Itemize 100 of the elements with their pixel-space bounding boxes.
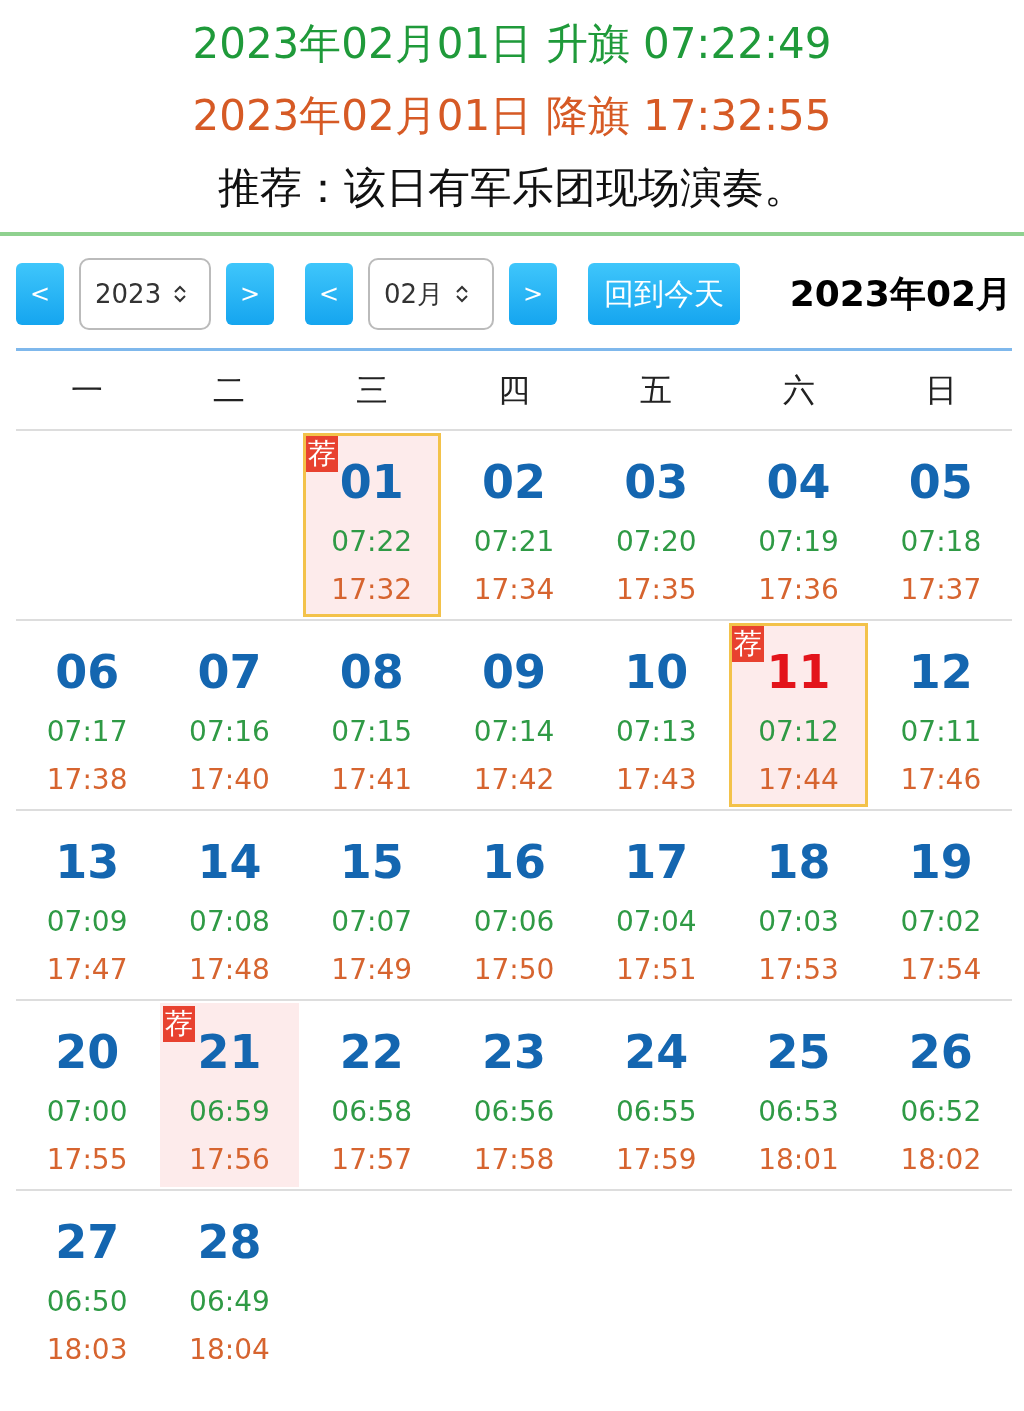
- lowering-time: 17:37: [900, 572, 982, 608]
- day-cell[interactable]: 05 07:18 17:37: [871, 433, 1010, 617]
- day-cell[interactable]: 24 06:55 17:59: [587, 1003, 726, 1187]
- day-cell[interactable]: 06 07:17 17:38: [18, 623, 157, 807]
- day-number: 11: [766, 644, 831, 700]
- day-number: 05: [908, 454, 973, 510]
- recommendation-note: 推荐：该日有军乐团现场演奏。: [218, 162, 806, 214]
- raising-time: 07:15: [331, 714, 413, 750]
- raising-time: 07:20: [615, 524, 697, 560]
- raising-time: 07:08: [189, 904, 270, 940]
- day-number: 26: [908, 1024, 973, 1080]
- raising-time: 06:49: [189, 1284, 270, 1320]
- lowering-time: 17:47: [46, 952, 128, 988]
- day-cell[interactable]: 12 07:11 17:46: [871, 623, 1010, 807]
- raising-time: 07:06: [473, 904, 555, 940]
- chevron-updown-icon: [173, 284, 188, 304]
- day-cell[interactable]: 10 07:13 17:43: [587, 623, 726, 807]
- lowering-time: 17:41: [331, 762, 413, 798]
- day-cell[interactable]: 23 06:56 17:58: [444, 1003, 584, 1187]
- lowering-time: 17:42: [473, 762, 555, 798]
- day-number: 17: [624, 834, 689, 890]
- lowering-time: 17:51: [615, 952, 697, 988]
- raising-time: 07:07: [331, 904, 413, 940]
- weekday-label: 二: [158, 351, 301, 431]
- lowering-time: 17:57: [331, 1142, 413, 1178]
- raising-time: 07:09: [46, 904, 128, 940]
- lowering-time: 18:01: [758, 1142, 839, 1178]
- day-cell[interactable]: 19 07:02 17:54: [871, 813, 1010, 997]
- day-cell[interactable]: 28 06:49 18:04: [160, 1193, 299, 1377]
- day-cell[interactable]: 16 07:06 17:50: [444, 813, 584, 997]
- day-cell[interactable]: 22 06:58 17:57: [302, 1003, 441, 1187]
- raising-time: 06:56: [473, 1094, 555, 1130]
- raising-time: 06:55: [615, 1094, 697, 1130]
- recommended-badge: 荐: [732, 626, 765, 662]
- day-number: 25: [766, 1024, 831, 1080]
- weekday-label: 五: [585, 351, 728, 431]
- day-cell[interactable]: 04 07:19 17:36: [729, 433, 868, 617]
- day-number: 01: [339, 454, 404, 510]
- lowering-time: 17:50: [473, 952, 555, 988]
- lowering-time: 17:38: [46, 762, 128, 798]
- raising-time: 07:16: [189, 714, 270, 750]
- lowering-time: 17:49: [331, 952, 413, 988]
- lowering-time: 18:02: [900, 1142, 982, 1178]
- raising-time: 07:21: [473, 524, 555, 560]
- lowering-time: 17:35: [615, 572, 697, 608]
- day-number: 23: [482, 1024, 546, 1080]
- raising-time: 06:50: [46, 1284, 128, 1320]
- lowering-time: 17:40: [189, 762, 270, 798]
- raising-time: 07:18: [900, 524, 982, 560]
- weekday-label: 日: [869, 351, 1012, 431]
- day-cell[interactable]: 20 07:00 17:55: [18, 1003, 157, 1187]
- lowering-time: 17:44: [758, 762, 839, 798]
- day-cell[interactable]: 15 07:07 17:49: [302, 813, 441, 997]
- lowering-time: 17:43: [615, 762, 697, 798]
- day-number: 24: [624, 1024, 689, 1080]
- raising-time: 06:53: [758, 1094, 839, 1130]
- day-cell[interactable]: 07 07:16 17:40: [160, 623, 299, 807]
- lowering-time: 17:36: [758, 572, 839, 608]
- raising-time: 07:19: [758, 524, 839, 560]
- day-number: 02: [482, 454, 546, 510]
- day-number: 18: [766, 834, 831, 890]
- day-number: 09: [482, 644, 546, 700]
- day-number: 22: [339, 1024, 404, 1080]
- lowering-time: 18:03: [46, 1332, 128, 1368]
- day-cell[interactable]: 13 07:09 17:47: [18, 813, 157, 997]
- raising-time: 07:14: [473, 714, 555, 750]
- lowering-time: 17:48: [189, 952, 270, 988]
- raising-time: 07:22: [331, 524, 413, 560]
- lowering-time: 17:59: [615, 1142, 697, 1178]
- raising-time: 06:59: [189, 1094, 270, 1130]
- month-select[interactable]: 02月: [368, 258, 494, 330]
- raising-time: 07:12: [758, 714, 839, 750]
- raising-time: 07:13: [615, 714, 697, 750]
- day-cell[interactable]: 09 07:14 17:42: [444, 623, 584, 807]
- lowering-time: 17:34: [473, 572, 555, 608]
- raising-time: 07:11: [900, 714, 982, 750]
- lowering-time: 17:46: [900, 762, 982, 798]
- day-cell[interactable]: 17 07:04 17:51: [587, 813, 726, 997]
- recommended-badge: 荐: [305, 436, 338, 472]
- day-cell[interactable]: 02 07:21 17:34: [444, 433, 584, 617]
- day-cell[interactable]: 08 07:15 17:41: [302, 623, 441, 807]
- day-cell[interactable]: 18 07:03 17:53: [729, 813, 868, 997]
- raising-time: 06:52: [900, 1094, 982, 1130]
- day-cell[interactable]: 03 07:20 17:35: [587, 433, 726, 617]
- flag-raising-time: 2023年02月01日 升旗 07:22:49: [192, 18, 832, 70]
- day-number: 07: [197, 644, 262, 700]
- day-cell[interactable]: 14 07:08 17:48: [160, 813, 299, 997]
- year-select[interactable]: 2023: [79, 258, 211, 330]
- raising-time: 07:02: [900, 904, 982, 940]
- day-number: 04: [766, 454, 831, 510]
- day-cell[interactable]: 26 06:52 18:02: [871, 1003, 1010, 1187]
- weekday-label: 一: [16, 351, 159, 431]
- day-cell[interactable]: 25 06:53 18:01: [729, 1003, 868, 1187]
- lowering-time: 17:55: [46, 1142, 128, 1178]
- lowering-time: 17:56: [189, 1142, 270, 1178]
- current-month-label: 2023年02月: [789, 271, 1012, 316]
- day-cell[interactable]: 27 06:50 18:03: [18, 1193, 157, 1377]
- weekday-label: 四: [442, 351, 586, 431]
- day-number: 14: [197, 834, 262, 890]
- lowering-time: 17:53: [758, 952, 839, 988]
